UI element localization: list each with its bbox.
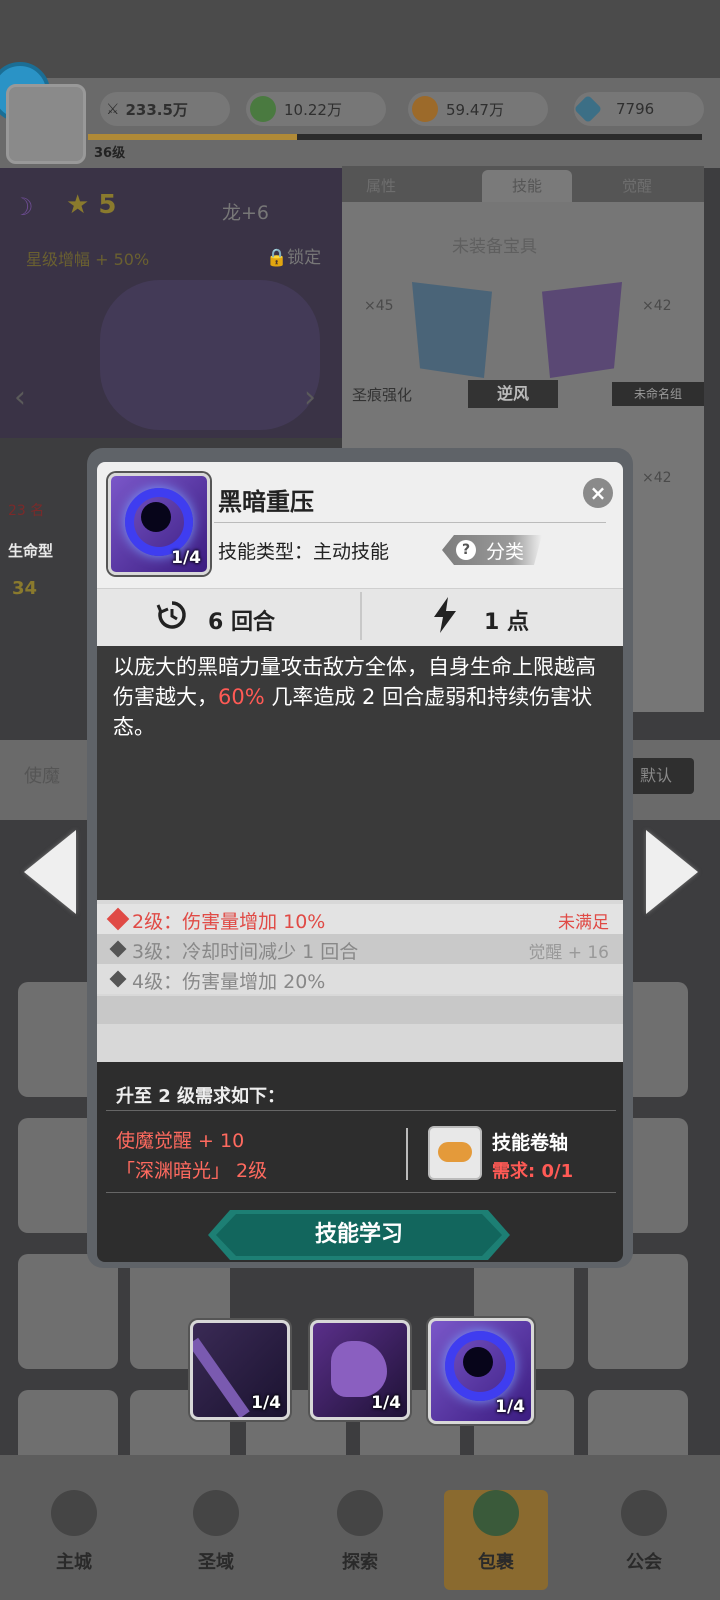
learn-skill-button[interactable]: 技能学习 xyxy=(216,1214,502,1256)
skill-slot-3[interactable]: 1/4 xyxy=(428,1318,534,1424)
hero-stars: ★ 5 xyxy=(66,190,117,220)
hero-dragon-level: 龙+6 xyxy=(222,202,270,224)
skill-type: 技能类型：主动技能 xyxy=(218,541,390,563)
skill-slot-1[interactable]: 1/4 xyxy=(190,1320,290,1420)
tab-skills[interactable]: 技能 xyxy=(482,170,573,202)
skill-slot-2[interactable]: 1/4 xyxy=(310,1320,410,1420)
hero-rank: 23 名 xyxy=(8,503,45,519)
power-resource: ⚔ 233.5万 xyxy=(100,92,230,126)
guild-helmet-icon xyxy=(621,1490,667,1536)
cooldown-value: 6 回合 xyxy=(208,610,275,635)
nav-main-city[interactable]: 主城 xyxy=(34,1490,114,1590)
requirements-title: 升至 2 级需求如下： xyxy=(116,1086,286,1107)
hero-prev-arrow[interactable]: ‹ xyxy=(14,380,26,415)
gem-resource[interactable]: 7796 xyxy=(573,92,704,126)
tab-awaken[interactable]: 觉醒 xyxy=(622,170,652,202)
skill-description: 以庞大的黑暗力量攻击敌方全体，自身生命上限越高伤害越大，60% 几率造成 2 回… xyxy=(113,655,596,739)
pet-tab[interactable]: 使魔 xyxy=(24,762,60,788)
bottom-count: ×42 xyxy=(642,470,672,486)
rune-slot-left[interactable] xyxy=(412,282,492,378)
item-name: 技能卷轴 xyxy=(492,1132,569,1154)
rune-slot-right[interactable] xyxy=(542,282,622,378)
enhance-label: 圣痕强化 xyxy=(352,386,413,404)
hero-type: 生命型 xyxy=(8,542,54,560)
unnamed-group[interactable]: 未命名组 xyxy=(612,382,704,406)
player-avatar[interactable] xyxy=(6,84,86,164)
right-tabs: 属性 技能 觉醒 xyxy=(342,166,704,204)
energy-icon xyxy=(432,597,458,633)
green-resource: 10.22万 xyxy=(246,92,386,126)
nav-guild[interactable]: 公会 xyxy=(604,1490,684,1590)
nav-explore[interactable]: 探索 xyxy=(320,1490,400,1590)
treasure-label: 未装备宝具 xyxy=(452,237,537,257)
level-row: 4级：伤害量增加 20% xyxy=(97,964,623,994)
player-level: 36级 xyxy=(94,146,126,161)
skill-level: 1/4 xyxy=(171,548,201,568)
help-icon: ? xyxy=(456,540,476,560)
star-bonus: 星级增幅 + 50% xyxy=(26,250,150,269)
next-skill-arrow[interactable] xyxy=(646,830,698,914)
power-icon: ⚔ xyxy=(106,100,120,118)
skill-icon: 1/4 xyxy=(108,473,210,575)
gem-icon xyxy=(573,94,603,124)
right-count: ×42 xyxy=(642,298,672,314)
item-need: 需求: 0/1 xyxy=(492,1161,574,1182)
experience-bar xyxy=(88,134,702,140)
prev-skill-arrow[interactable] xyxy=(24,830,76,914)
lock-button[interactable]: 🔒锁定 xyxy=(266,243,321,268)
castle-icon xyxy=(51,1490,97,1536)
energy-cost: 1 点 xyxy=(484,610,529,635)
gold-coin-icon xyxy=(412,96,438,122)
nav-bag[interactable]: 包裹 xyxy=(444,1490,548,1590)
left-count: ×45 xyxy=(364,298,394,314)
moon-icon: ☽ xyxy=(12,193,34,221)
close-button[interactable]: × xyxy=(583,478,613,508)
skill-scroll-icon[interactable] xyxy=(428,1126,482,1180)
sword-icon xyxy=(337,1490,383,1536)
swirl-icon xyxy=(193,1490,239,1536)
category-button[interactable]: ? 分类 xyxy=(442,535,542,565)
level-row: 2级：伤害量增加 10% 未满足 xyxy=(97,904,623,934)
bag-icon xyxy=(473,1490,519,1536)
green-orb-icon xyxy=(250,96,276,122)
wind-label: 逆风 xyxy=(468,380,558,408)
tab-attributes[interactable]: 属性 xyxy=(366,170,396,202)
requirement-awaken: 使魔觉醒 + 10 xyxy=(116,1130,245,1152)
gold-resource[interactable]: 59.47万 xyxy=(408,92,548,126)
requirement-skill: 「深渊暗光」 2级 xyxy=(116,1160,268,1182)
nav-sanctuary[interactable]: 圣域 xyxy=(176,1490,256,1590)
hero-next-arrow[interactable]: › xyxy=(304,380,316,415)
skill-name: 黑暗重压 xyxy=(218,488,314,516)
hero-dragon-image xyxy=(100,280,320,430)
level-row: 3级：冷却时间减少 1 回合 觉醒 + 16 xyxy=(97,934,623,964)
cooldown-icon xyxy=(156,599,188,631)
hero-power: 34 xyxy=(12,578,38,599)
